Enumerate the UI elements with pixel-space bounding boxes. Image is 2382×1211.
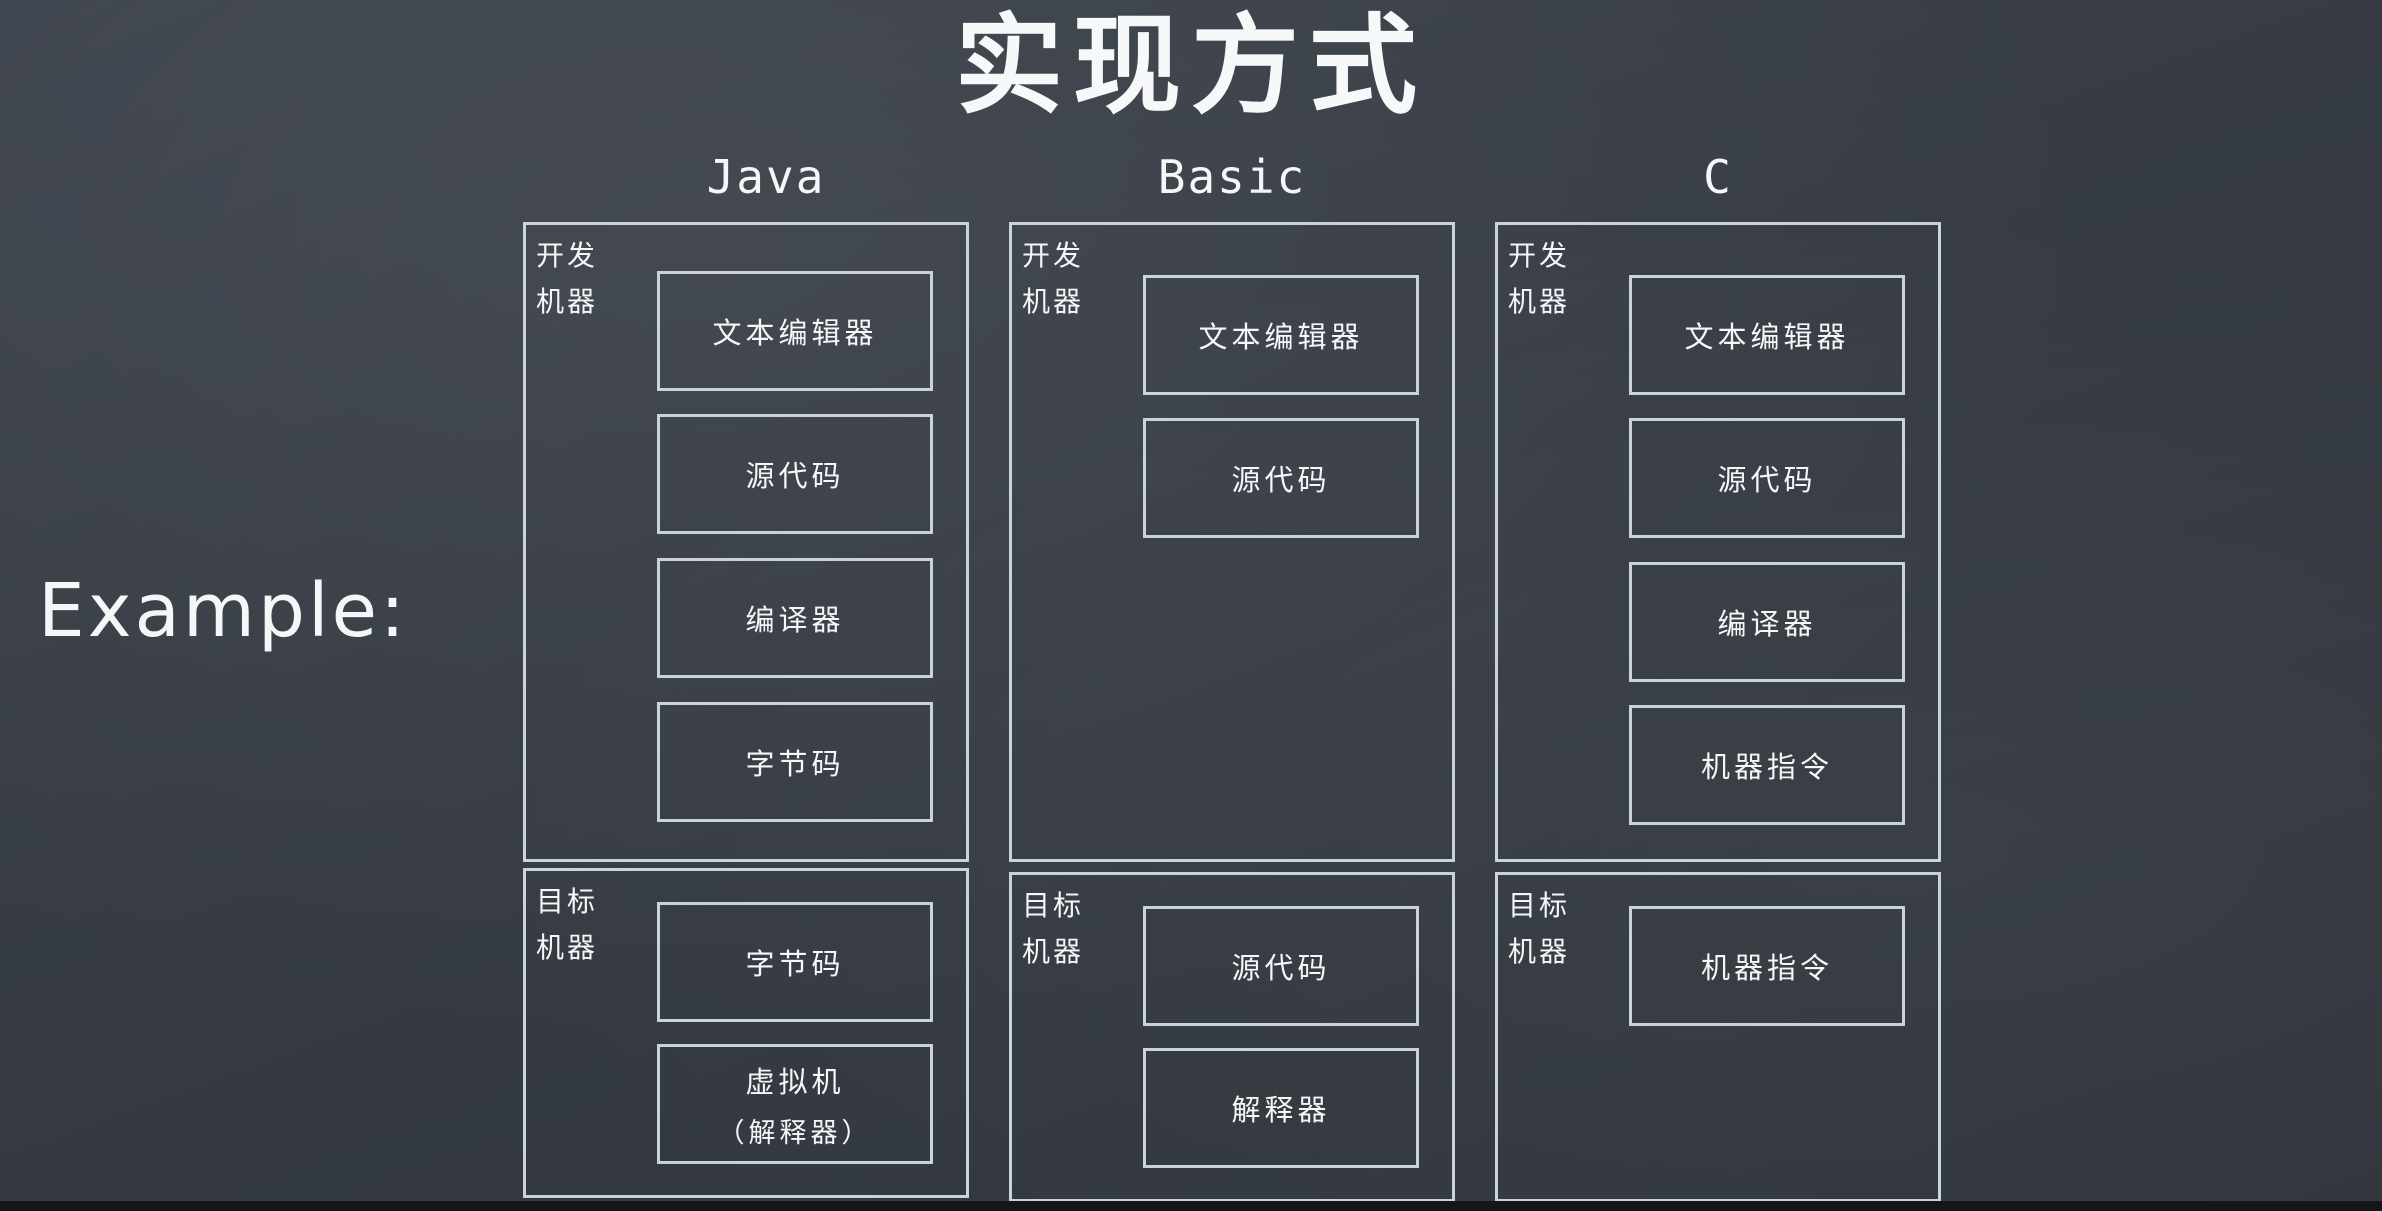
c-source-code-box: 源代码 <box>1629 418 1905 538</box>
c-target-machine-panel: 目标 机器 机器指令 <box>1495 872 1941 1202</box>
basic-target-machine-panel: 目标 机器 源代码 解释器 <box>1009 872 1455 1202</box>
java-target-bytecode-box: 字节码 <box>657 902 933 1022</box>
java-source-code-box: 源代码 <box>657 414 933 534</box>
basic-source-code-box: 源代码 <box>1143 418 1419 538</box>
target-machine-label: 目标 机器 <box>1508 889 1571 968</box>
dev-machine-label: 开发 机器 <box>1022 239 1085 318</box>
dev-machine-label: 开发 机器 <box>1508 239 1571 318</box>
basic-interpreter-box: 解释器 <box>1143 1048 1419 1168</box>
c-dev-machine-panel: 开发 机器 文本编辑器 源代码 编译器 机器指令 <box>1495 222 1941 862</box>
c-target-machine-code-box: 机器指令 <box>1629 906 1905 1026</box>
c-compiler-box: 编译器 <box>1629 562 1905 682</box>
java-text-editor-box: 文本编辑器 <box>657 271 933 391</box>
basic-text-editor-box: 文本编辑器 <box>1143 275 1419 395</box>
dev-machine-label: 开发 机器 <box>536 239 599 318</box>
java-compiler-box: 编译器 <box>657 558 933 678</box>
java-vm-interpreter-box: 虚拟机 （解释器） <box>657 1044 933 1164</box>
column-header-java: Java <box>706 150 826 204</box>
example-label: Example: <box>38 568 408 654</box>
target-machine-label: 目标 机器 <box>536 885 599 964</box>
basic-dev-machine-panel: 开发 机器 文本编辑器 源代码 <box>1009 222 1455 862</box>
java-target-machine-panel: 目标 机器 字节码 虚拟机 （解释器） <box>523 868 969 1198</box>
slide-title: 实现方式 <box>954 4 1427 129</box>
c-text-editor-box: 文本编辑器 <box>1629 275 1905 395</box>
c-machine-code-box: 机器指令 <box>1629 705 1905 825</box>
basic-target-source-code-box: 源代码 <box>1143 906 1419 1026</box>
chalkboard-slide: 实现方式 Example: Java 开发 机器 文本编辑器 源代码 编译器 字… <box>0 0 2382 1211</box>
column-header-basic: Basic <box>1157 150 1307 204</box>
target-machine-label: 目标 机器 <box>1022 889 1085 968</box>
java-dev-machine-panel: 开发 机器 文本编辑器 源代码 编译器 字节码 <box>523 222 969 862</box>
column-header-c: C <box>1703 150 1733 204</box>
java-bytecode-box: 字节码 <box>657 702 933 822</box>
